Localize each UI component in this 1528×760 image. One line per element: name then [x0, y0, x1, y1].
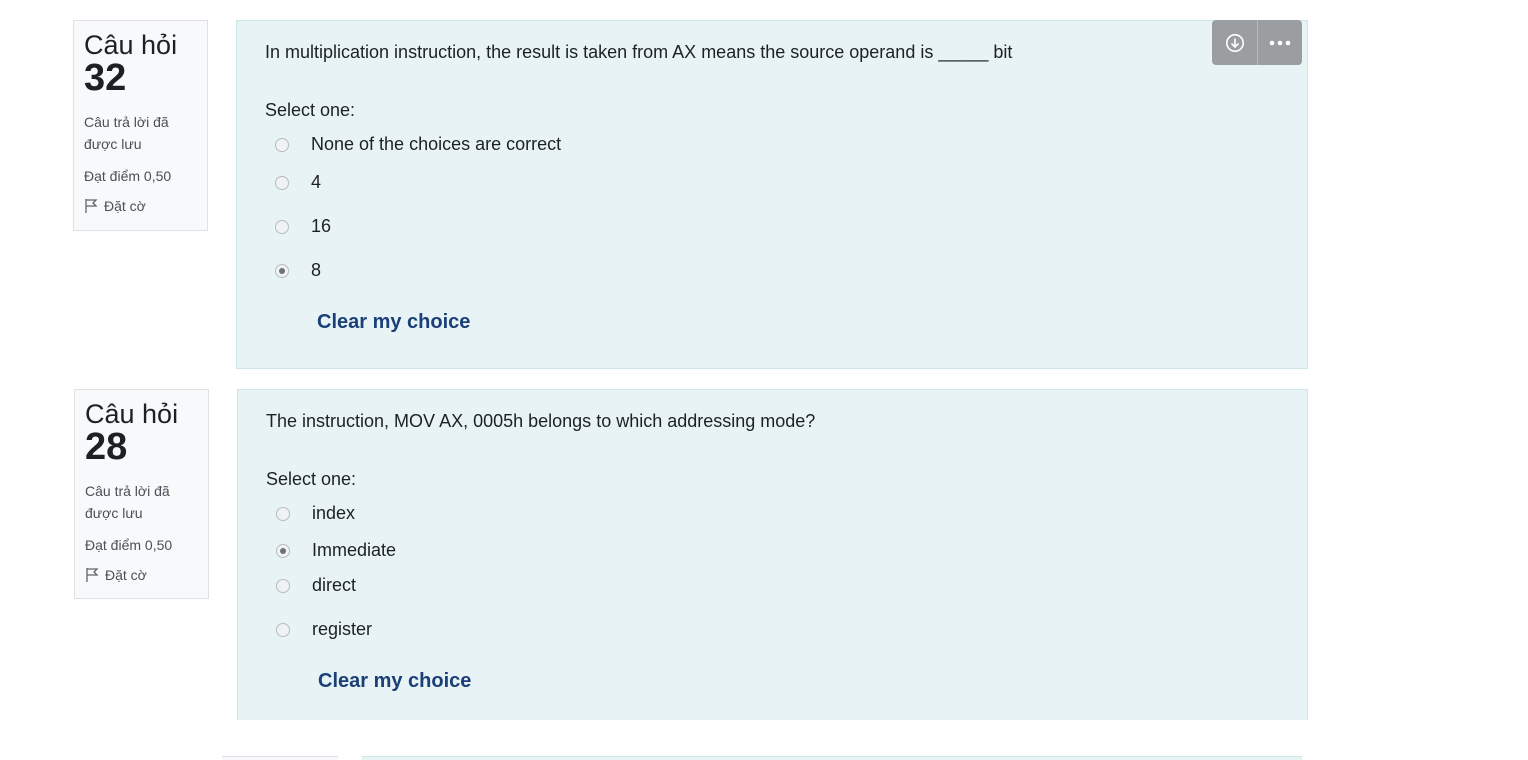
answer-option[interactable]: Immediate — [276, 540, 396, 561]
answer-option[interactable]: 4 — [275, 172, 321, 193]
next-question-content-edge — [362, 756, 1302, 760]
question-grade: Đạt điểm 0,50 — [84, 168, 172, 184]
clear-choice-button[interactable]: Clear my choice — [318, 670, 471, 693]
download-button[interactable] — [1212, 20, 1257, 65]
option-label: Immediate — [312, 540, 397, 560]
radio-button[interactable] — [275, 175, 289, 190]
radio-button[interactable] — [276, 622, 290, 637]
option-label: direct — [312, 575, 357, 595]
answer-option[interactable]: None of the choices are correct — [275, 134, 561, 155]
answer-option[interactable]: index — [276, 503, 355, 524]
flag-label: Đặt cờ — [105, 567, 147, 583]
option-label: 4 — [311, 172, 322, 192]
select-one-prompt: Select one: — [265, 100, 356, 120]
radio-button-selected[interactable] — [276, 543, 290, 558]
select-one-prompt: Select one: — [266, 469, 357, 489]
option-label: 16 — [311, 216, 332, 236]
flag-label: Đặt cờ — [104, 198, 146, 214]
question-state: Câu trả lời đã được lưu — [85, 483, 170, 521]
question-content-28: The instruction, MOV AX, 0005h belongs t… — [237, 389, 1308, 720]
question-info-32: Câu hỏi 32 Câu trả lời đã được lưu Đạt đ… — [73, 20, 208, 231]
question-toolbar — [1212, 20, 1302, 65]
flag-question-link[interactable]: Đặt cờ — [84, 196, 197, 216]
question-text: In multiplication instruction, the resul… — [265, 42, 1013, 62]
question-label: Câu hỏi — [84, 30, 178, 60]
answer-option[interactable]: 8 — [275, 260, 321, 281]
more-button[interactable] — [1257, 20, 1302, 65]
option-label: register — [312, 619, 373, 639]
next-question-info-edge — [222, 756, 338, 760]
question-content-32: In multiplication instruction, the resul… — [236, 20, 1308, 369]
answer-option[interactable]: 16 — [275, 216, 331, 237]
option-label: index — [312, 503, 356, 523]
question-number: 32 — [84, 57, 127, 99]
question-text: The instruction, MOV AX, 0005h belongs t… — [266, 411, 816, 431]
flag-icon — [85, 199, 98, 213]
question-label: Câu hỏi — [85, 399, 179, 429]
answer-option[interactable]: direct — [276, 575, 356, 596]
radio-button-selected[interactable] — [275, 263, 289, 278]
question-info-28: Câu hỏi 28 Câu trả lời đã được lưu Đạt đ… — [74, 389, 209, 599]
flag-icon — [86, 568, 99, 582]
question-number: 28 — [85, 426, 128, 468]
radio-button[interactable] — [276, 506, 290, 521]
question-grade: Đạt điểm 0,50 — [85, 537, 173, 553]
more-icon — [1269, 40, 1291, 45]
answer-option[interactable]: register — [276, 619, 372, 640]
radio-button[interactable] — [276, 578, 290, 593]
download-icon — [1225, 33, 1244, 52]
clear-choice-button[interactable]: Clear my choice — [317, 311, 470, 334]
option-label: 8 — [311, 260, 322, 280]
option-label: None of the choices are correct — [311, 134, 562, 154]
radio-button[interactable] — [275, 137, 289, 152]
flag-question-link[interactable]: Đặt cờ — [85, 565, 198, 585]
question-state: Câu trả lời đã được lưu — [84, 114, 169, 152]
radio-button[interactable] — [275, 219, 289, 234]
